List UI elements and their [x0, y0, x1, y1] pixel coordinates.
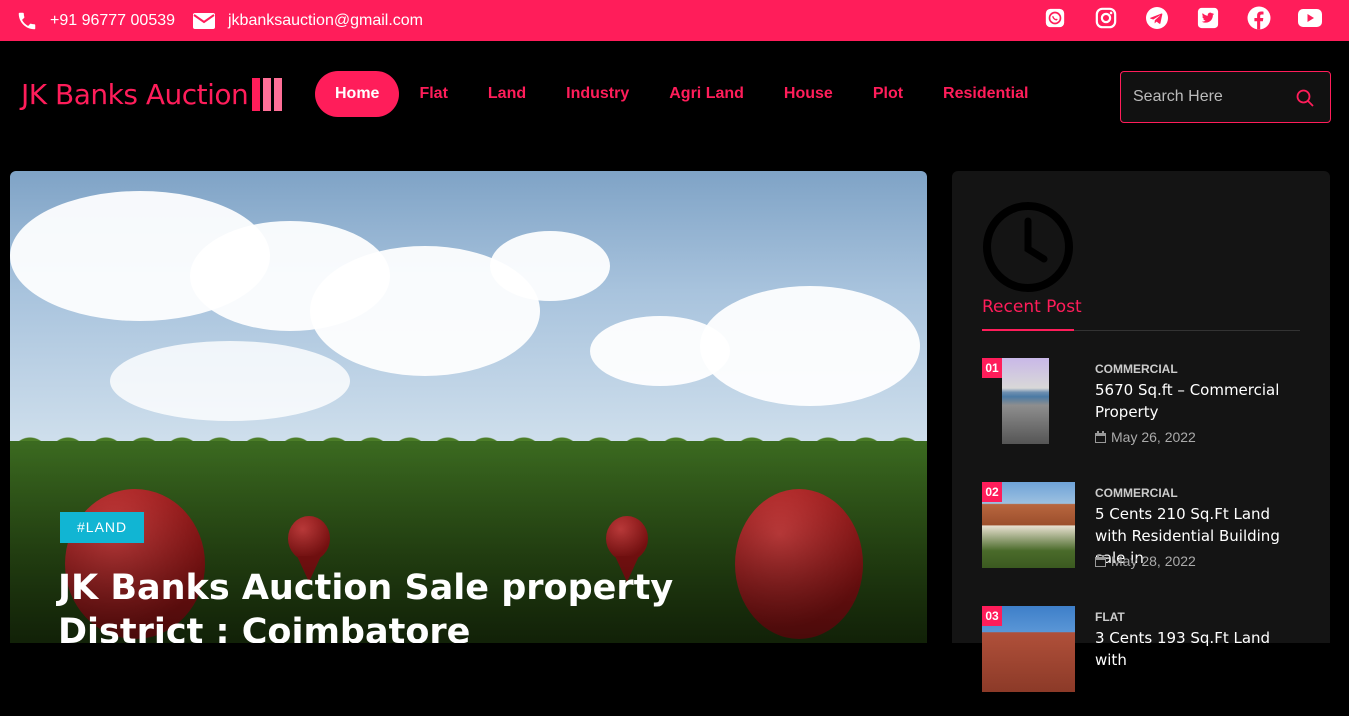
nav-plot[interactable]: Plot	[853, 71, 923, 117]
category-tag[interactable]: #LAND	[60, 512, 145, 543]
logo-bars-icon	[252, 78, 284, 111]
nav-home[interactable]: Home	[315, 71, 400, 117]
nav-house[interactable]: House	[764, 71, 853, 117]
recent-posts-widget: Recent Post 01 COMMERCIAL 5670 Sq.ft – C…	[952, 171, 1330, 692]
phone-number: +91 96777 00539	[50, 11, 176, 29]
envelope-icon	[193, 12, 215, 29]
youtube-icon[interactable]	[1298, 6, 1322, 30]
calendar-icon	[1095, 555, 1106, 567]
site-logo[interactable]: JK Banks Auction	[21, 78, 249, 111]
nav-land[interactable]: Land	[468, 71, 546, 117]
search-box	[1120, 71, 1331, 123]
email-address: jkbanksauction@gmail.com	[228, 11, 423, 29]
post-title[interactable]: 5670 Sq.ft – Commercial Property	[1095, 379, 1300, 423]
calendar-icon	[1095, 431, 1106, 443]
nav-industry[interactable]: Industry	[546, 71, 649, 117]
phone-icon	[18, 12, 36, 29]
recent-post-item[interactable]: 01 COMMERCIAL 5670 Sq.ft – Commercial Pr…	[982, 358, 1300, 468]
nav-flat[interactable]: Flat	[399, 71, 467, 117]
featured-post-title[interactable]: JK Banks Auction Sale property District …	[58, 566, 758, 643]
post-number: 01	[982, 358, 1002, 378]
recent-post-item[interactable]: 02 COMMERCIAL 5 Cents 210 Sq.Ft Land wit…	[982, 482, 1300, 592]
telegram-icon[interactable]	[1145, 6, 1169, 30]
post-title[interactable]: 3 Cents 193 Sq.Ft Land with	[1095, 627, 1300, 671]
post-date: May 26, 2022	[1095, 429, 1196, 445]
post-number: 03	[982, 606, 1002, 626]
featured-post[interactable]: #LAND JK Banks Auction Sale property Dis…	[10, 171, 927, 643]
nav-agri-land[interactable]: Agri Land	[649, 71, 764, 117]
post-category[interactable]: FLAT	[1095, 610, 1125, 624]
post-number: 02	[982, 482, 1002, 502]
facebook-icon[interactable]	[1247, 6, 1271, 30]
twitter-icon[interactable]	[1196, 6, 1220, 30]
whatsapp-icon[interactable]	[1043, 6, 1067, 30]
email-contact[interactable]: jkbanksauction@gmail.com	[192, 0, 423, 41]
search-icon[interactable]	[1296, 89, 1314, 107]
main-nav: Home Flat Land Industry Agri Land House …	[315, 71, 1048, 117]
post-date: May 28, 2022	[1095, 553, 1196, 569]
nav-residential[interactable]: Residential	[923, 71, 1048, 117]
instagram-icon[interactable]	[1094, 6, 1118, 30]
post-category[interactable]: COMMERCIAL	[1095, 362, 1178, 376]
post-category[interactable]: COMMERCIAL	[1095, 486, 1178, 500]
phone-contact[interactable]: +91 96777 00539	[16, 0, 175, 41]
site-header: JK Banks Auction Home Flat Land Industry…	[0, 41, 1349, 151]
recent-post-item[interactable]: 03 FLAT 3 Cents 193 Sq.Ft Land with	[982, 606, 1300, 716]
search-input[interactable]	[1133, 72, 1293, 122]
top-bar: +91 96777 00539 jkbanksauction@gmail.com	[0, 0, 1349, 41]
widget-title: Recent Post	[982, 297, 1082, 317]
clock-icon	[983, 202, 1073, 292]
